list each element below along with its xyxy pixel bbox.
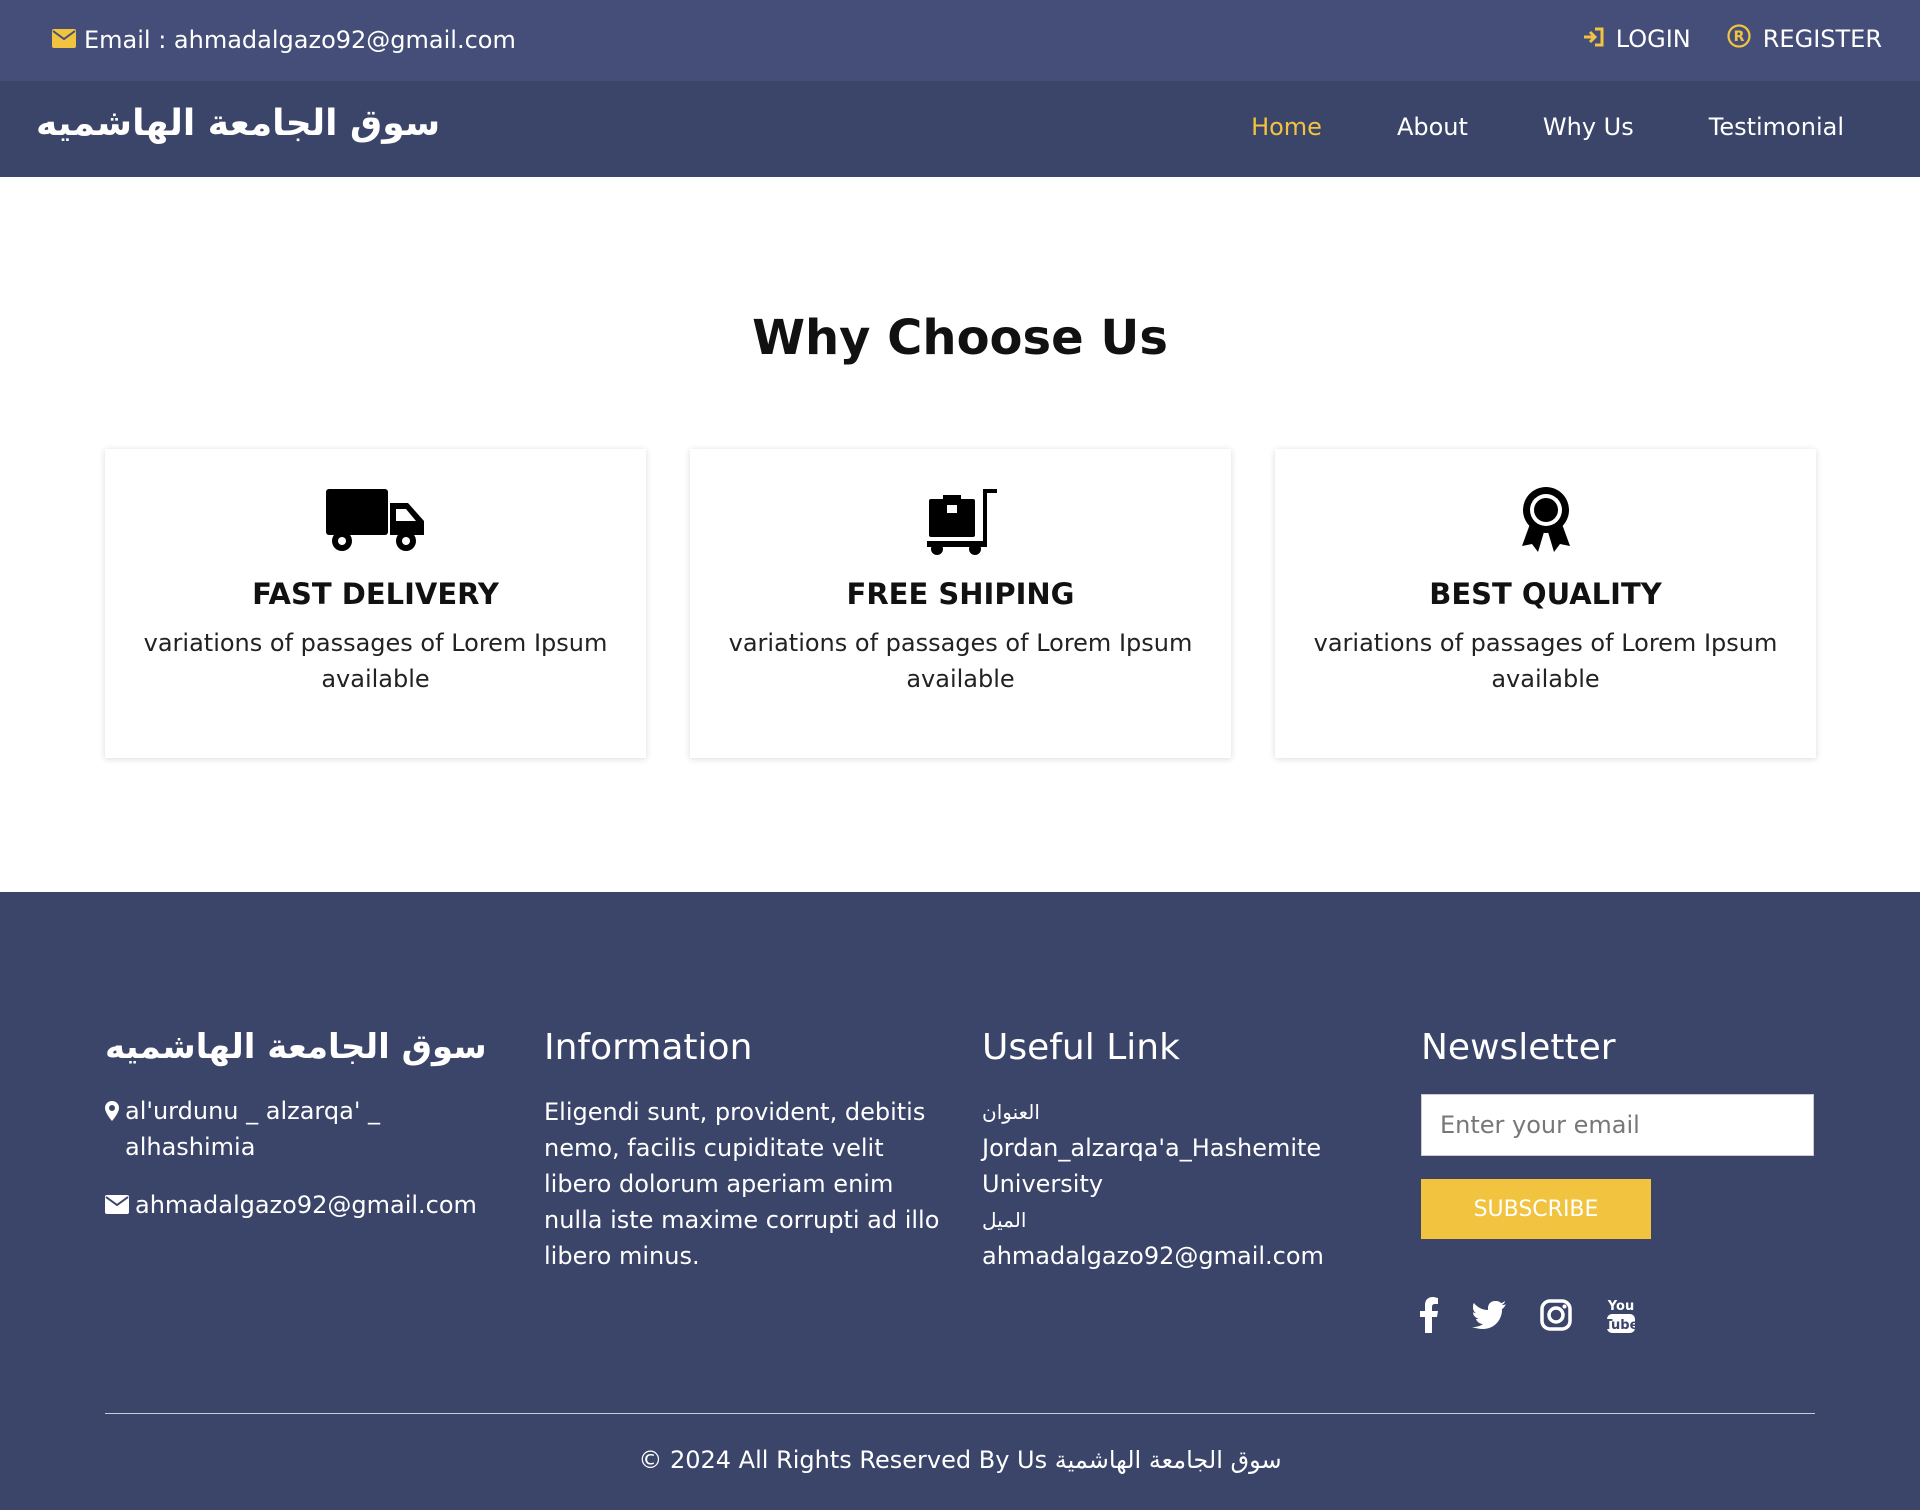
footer-brand-column: سوق الجامعة الهاشميه al'urdunu _ alzarqa… [105,1027,505,1224]
information-title: Information [544,1027,753,1068]
feature-text: variations of passages of Lorem Ipsum av… [143,629,608,693]
information-text: Eligendi sunt, provident, debitis nemo, … [544,1098,940,1270]
register-link[interactable]: R REGISTER [1727,24,1882,54]
feature-text: variations of passages of Lorem Ipsum av… [728,629,1193,693]
feature-card-best-quality: BEST QUALITY variations of passages of L… [1275,449,1816,758]
instagram-icon[interactable] [1540,1299,1572,1331]
svg-text:Tube: Tube [1606,1318,1636,1333]
cart-icon [690,484,1231,556]
feature-title: FAST DELIVERY [252,577,499,611]
top-bar: Email : ahmadalgazo92@gmail.com LOGIN R … [0,0,1920,81]
map-marker-icon [105,1093,125,1131]
footer-address: al'urdunu _ alzarqa' _ alhashimia [105,1093,505,1165]
social-links: You Tube [1420,1296,1636,1334]
features-row: FAST DELIVERY variations of passages of … [105,449,1816,758]
truck-icon [105,484,646,556]
footer-information-column: Information Eligendi sunt, provident, de… [544,1027,944,1274]
award-icon [1275,484,1816,556]
feature-card-free-shipping: FREE SHIPING variations of passages of L… [690,449,1231,758]
address-link[interactable]: Jordan_alzarqa'a_Hashemite University [982,1130,1362,1202]
feature-title: BEST QUALITY [1429,577,1662,611]
svg-text:You: You [1607,1299,1634,1314]
nav-item-why-us[interactable]: Why Us [1543,113,1634,141]
nav-item-testimonial[interactable]: Testimonial [1709,113,1844,141]
feature-title: FREE SHIPING [846,577,1075,611]
registered-icon: R [1727,24,1763,54]
contact-email-text: Email : ahmadalgazo92@gmail.com [84,26,516,54]
copyright-text: © 2024 All Rights Reserved By Us سوق الج… [638,1446,1282,1474]
brand-logo-text[interactable]: سوق الجامعة الهاشميه [36,103,440,144]
nav-menu: Home About Why Us Testimonial [1251,113,1844,141]
newsletter-title: Newsletter [1421,1027,1616,1068]
section-title: Why Choose Us [752,310,1168,366]
newsletter-email-input[interactable] [1421,1094,1814,1156]
main-navbar: سوق الجامعة الهاشميه Home About Why Us T… [0,81,1920,177]
register-label: REGISTER [1762,25,1882,53]
subscribe-button[interactable]: SUBSCRIBE [1421,1179,1651,1239]
address-label: العنوان [982,1100,1040,1124]
twitter-icon[interactable] [1472,1301,1506,1329]
svg-text:R: R [1733,29,1744,45]
login-link[interactable]: LOGIN [1582,24,1691,54]
youtube-icon[interactable]: You Tube [1606,1296,1636,1334]
footer-address-text: al'urdunu _ alzarqa' _ alhashimia [125,1097,381,1161]
feature-text: variations of passages of Lorem Ipsum av… [1313,629,1778,693]
footer-brand: سوق الجامعة الهاشميه [105,1027,487,1067]
footer-divider [105,1413,1815,1414]
feature-card-fast-delivery: FAST DELIVERY variations of passages of … [105,449,646,758]
envelope-icon [52,26,84,54]
contact-email: Email : ahmadalgazo92@gmail.com [52,26,516,54]
sign-in-icon [1582,25,1616,53]
facebook-icon[interactable] [1420,1297,1438,1333]
footer-email: ahmadalgazo92@gmail.com [105,1187,505,1224]
footer-email-text[interactable]: ahmadalgazo92@gmail.com [135,1187,477,1223]
envelope-icon [105,1187,135,1224]
footer-newsletter-column: Newsletter [1421,1027,1821,1094]
nav-item-about[interactable]: About [1397,113,1468,141]
email-link[interactable]: ahmadalgazo92@gmail.com [982,1238,1382,1274]
footer-links-column: Useful Link العنوان Jordan_alzarqa'a_Has… [982,1027,1382,1274]
nav-item-home[interactable]: Home [1251,113,1322,141]
useful-link-title: Useful Link [982,1027,1180,1068]
email-label: الميل [982,1208,1027,1232]
login-label: LOGIN [1615,25,1691,53]
